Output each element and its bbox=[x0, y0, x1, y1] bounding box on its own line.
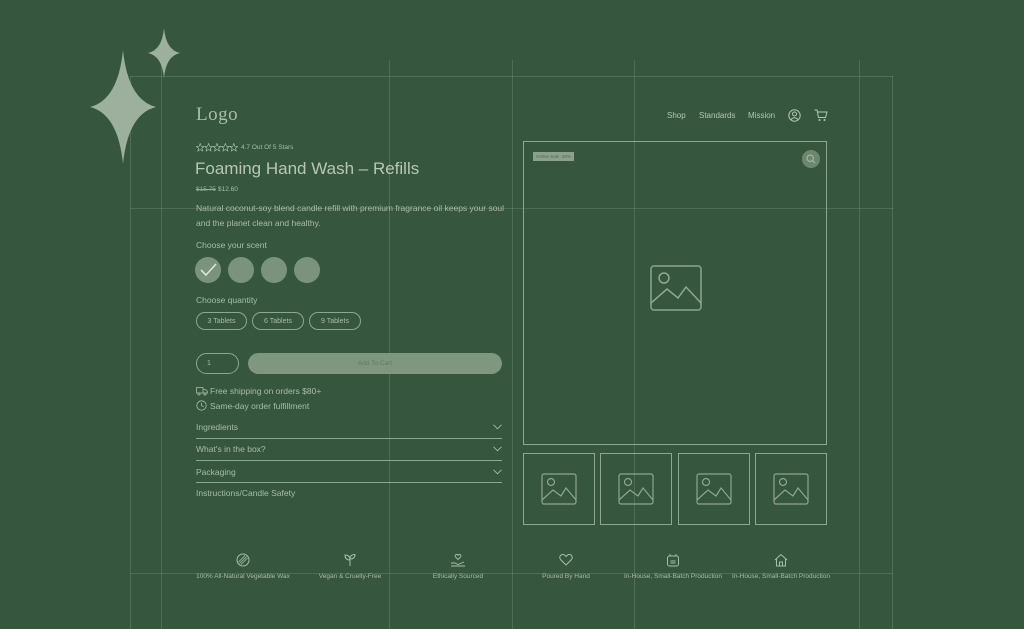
scent-swatch[interactable] bbox=[294, 257, 320, 283]
feature-poured-by-hand: Poured By Hand bbox=[516, 553, 616, 582]
grid-line bbox=[389, 60, 390, 629]
cart-icon[interactable] bbox=[814, 109, 828, 122]
feature-ethical: Ethically Sourced bbox=[408, 553, 508, 582]
scent-swatch[interactable] bbox=[261, 257, 287, 283]
logo[interactable]: Logo bbox=[196, 104, 238, 126]
old-price: $15.75 bbox=[196, 186, 216, 193]
feature-vegan: Vegan & Cruelty-Free bbox=[300, 553, 400, 582]
sale-price: $12.60 bbox=[218, 186, 238, 193]
feature-label: 100% All-Natural Vegetable Wax bbox=[196, 573, 290, 580]
image-placeholder-icon bbox=[618, 473, 654, 505]
feature-label: Vegan & Cruelty-Free bbox=[318, 573, 382, 580]
nav-mission[interactable]: Mission bbox=[748, 111, 775, 120]
search-icon bbox=[806, 154, 816, 164]
scent-swatch[interactable] bbox=[228, 257, 254, 283]
zoom-button[interactable] bbox=[802, 150, 820, 168]
accordion-label: Ingredients bbox=[196, 422, 239, 432]
accordion-label: Instructions/Candle Safety bbox=[196, 488, 296, 498]
feature-label: Poured By Hand bbox=[542, 573, 590, 580]
rating-text: 4.7 Out Of 5 Stars bbox=[241, 143, 294, 151]
user-icon[interactable] bbox=[788, 109, 801, 122]
fulfillment-text: Same-day order fulfillment bbox=[210, 400, 310, 411]
chevron-down-icon bbox=[493, 424, 502, 430]
grid-line bbox=[859, 60, 860, 629]
sparkle-icon bbox=[148, 28, 180, 78]
checkmark-icon bbox=[200, 263, 217, 277]
sprout-icon bbox=[344, 553, 356, 566]
scent-swatch-selected[interactable] bbox=[195, 257, 221, 283]
chevron-down-icon bbox=[493, 446, 502, 452]
quantity-label: Choose quantity bbox=[196, 295, 258, 305]
nav-standards[interactable]: Standards bbox=[699, 111, 735, 120]
feature-in-house: In-House, Small-Batch Production bbox=[731, 553, 831, 582]
feature-small-batch: In-House, Small-Batch Production bbox=[623, 553, 723, 582]
accordion-label: Packaging bbox=[196, 467, 236, 477]
image-placeholder-icon bbox=[696, 473, 732, 505]
heart-icon bbox=[559, 553, 573, 566]
factory-icon bbox=[667, 554, 679, 567]
accordion-ingredients[interactable]: Ingredients bbox=[196, 416, 502, 438]
house-icon bbox=[774, 553, 788, 567]
feature-label: Ethically Sourced bbox=[432, 573, 484, 580]
star-rating-icon bbox=[196, 142, 238, 152]
accordion-whats-in-box[interactable]: What's in the box? bbox=[196, 438, 502, 460]
main-product-image[interactable] bbox=[523, 141, 827, 445]
chevron-down-icon bbox=[493, 469, 502, 475]
feature-natural-wax: 100% All-Natural Vegetable Wax bbox=[193, 553, 293, 582]
image-placeholder-icon bbox=[773, 473, 809, 505]
product-description: Natural coconut-soy blend candle refill … bbox=[196, 203, 505, 228]
thumbnail[interactable] bbox=[523, 453, 595, 525]
product-title: Foaming Hand Wash – Refills bbox=[195, 159, 420, 178]
sparkle-icon bbox=[90, 50, 156, 164]
sale-badge: Online Sale -20% bbox=[533, 152, 575, 161]
wax-icon bbox=[236, 553, 250, 567]
rating: 4.7 Out Of 5 Stars bbox=[196, 141, 293, 153]
feature-label: In-House, Small-Batch Production bbox=[732, 573, 830, 580]
clock-icon bbox=[196, 400, 207, 411]
thumbnail[interactable] bbox=[755, 453, 827, 525]
feature-label: In-House, Small-Batch Production bbox=[624, 573, 722, 580]
grid-line bbox=[161, 60, 162, 629]
hand-heart-icon bbox=[451, 553, 465, 567]
grid-line bbox=[892, 76, 893, 629]
image-placeholder-icon bbox=[541, 473, 577, 505]
quantity-option-9[interactable]: 9 Tablets bbox=[309, 312, 361, 330]
quantity-option-3[interactable]: 3 Tablets bbox=[196, 312, 247, 330]
thumbnail[interactable] bbox=[600, 453, 672, 525]
accordion-label: What's in the box? bbox=[196, 444, 266, 454]
shipping-info: Free shipping on orders $80+ bbox=[196, 386, 321, 396]
truck-icon bbox=[196, 387, 208, 396]
shipping-text: Free shipping on orders $80+ bbox=[210, 386, 322, 396]
fulfillment-info: Same-day order fulfillment bbox=[196, 400, 309, 411]
add-to-cart-button[interactable]: Add To Cart bbox=[248, 353, 502, 374]
image-placeholder-icon bbox=[650, 265, 702, 311]
thumbnail[interactable] bbox=[678, 453, 750, 525]
accordion-packaging[interactable]: Packaging bbox=[196, 461, 502, 483]
quantity-option-6[interactable]: 6 Tablets bbox=[252, 312, 304, 330]
quantity-input[interactable]: 1 bbox=[196, 353, 239, 374]
nav-shop[interactable]: Shop bbox=[667, 111, 686, 120]
scent-label: Choose your scent bbox=[196, 240, 267, 250]
grid-line bbox=[512, 60, 513, 629]
accordion-instructions[interactable]: Instructions/Candle Safety bbox=[196, 482, 502, 504]
